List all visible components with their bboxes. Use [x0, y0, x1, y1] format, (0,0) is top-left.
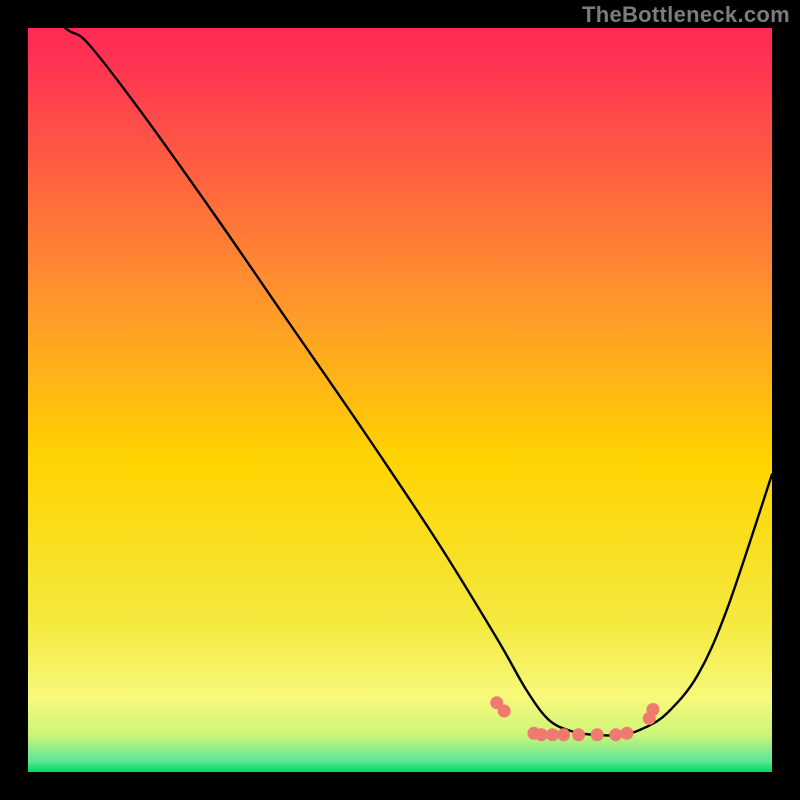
- bottom-dot: [620, 727, 633, 740]
- bottom-dot: [609, 728, 622, 741]
- bottom-dot: [646, 703, 659, 716]
- watermark-text: TheBottleneck.com: [582, 2, 790, 28]
- bottom-dot: [546, 728, 559, 741]
- plot-background: [28, 28, 772, 772]
- bottleneck-chart: [28, 28, 772, 772]
- bottom-dot: [572, 728, 585, 741]
- chart-container: TheBottleneck.com: [0, 0, 800, 800]
- bottom-dot: [591, 728, 604, 741]
- bottom-dot: [535, 728, 548, 741]
- bottom-dot: [498, 704, 511, 717]
- bottom-dot: [557, 728, 570, 741]
